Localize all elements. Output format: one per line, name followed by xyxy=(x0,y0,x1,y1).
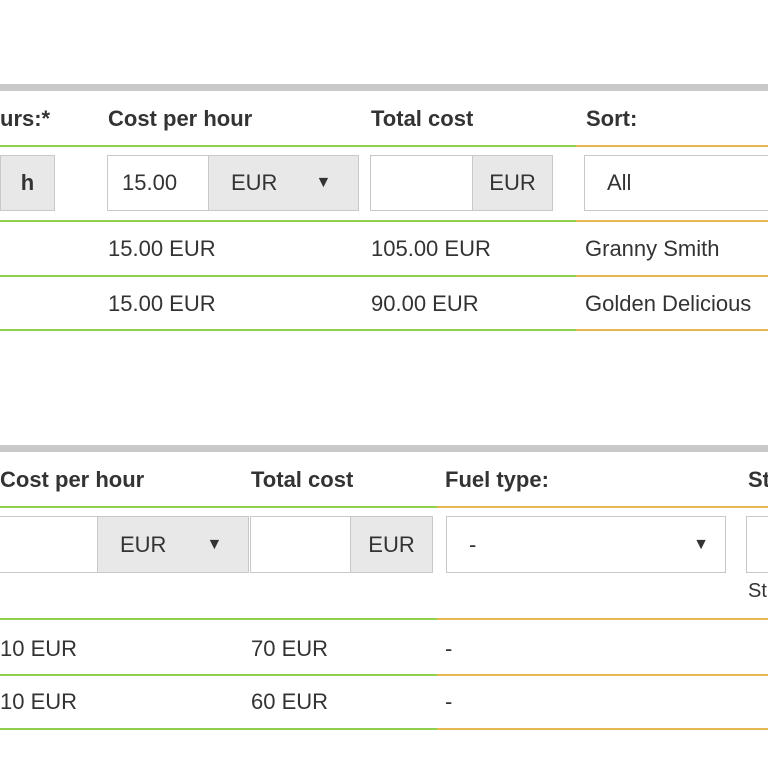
cost-currency-label: EUR xyxy=(120,531,167,557)
st-input[interactable] xyxy=(746,516,768,573)
sort-select[interactable]: All xyxy=(584,155,768,211)
header-fuel-type[interactable]: Fuel type: xyxy=(445,467,549,493)
divider xyxy=(437,506,768,508)
header-total-cost[interactable]: Total cost xyxy=(251,467,353,493)
total-cost-input[interactable] xyxy=(370,155,473,211)
hours-unit-addon: h xyxy=(0,155,55,211)
fuel-cell: - xyxy=(445,689,453,714)
divider xyxy=(0,674,437,676)
sort-cell: Granny Smith xyxy=(585,236,720,261)
divider xyxy=(0,506,437,508)
total-cell: 105.00 EUR xyxy=(371,236,491,261)
divider xyxy=(576,275,768,277)
divider xyxy=(576,220,768,222)
cost-cell: 10 EUR xyxy=(0,636,78,661)
cost-per-hour-input[interactable] xyxy=(0,516,98,573)
total-cell: 70 EUR xyxy=(251,636,329,661)
header-cost-per-hour[interactable]: Cost per hour xyxy=(108,106,252,132)
cost-currency-label: EUR xyxy=(231,170,278,195)
cost-cell: 15.00 EUR xyxy=(108,291,216,316)
total-cell: 90.00 EUR xyxy=(371,291,479,316)
divider xyxy=(576,329,768,331)
header-sort[interactable]: Sort: xyxy=(586,106,637,132)
fuel-type-value: - xyxy=(469,531,477,557)
total-cost-input[interactable] xyxy=(250,516,351,573)
total-currency-addon: EUR xyxy=(350,516,433,573)
total-currency-addon: EUR xyxy=(472,155,553,211)
cost-per-hour-input[interactable]: 15.00 xyxy=(107,155,209,211)
st-sub-label: St xyxy=(748,580,767,602)
divider xyxy=(0,145,576,147)
divider xyxy=(0,220,576,222)
header-cost-per-hour[interactable]: Cost per hour xyxy=(0,467,144,493)
cost-cell: 15.00 EUR xyxy=(108,236,216,261)
divider xyxy=(437,728,768,730)
divider xyxy=(576,145,768,147)
divider xyxy=(0,728,437,730)
sort-select-value: All xyxy=(607,170,632,195)
total-cell: 60 EUR xyxy=(251,689,329,714)
chevron-down-icon: ▼ xyxy=(206,535,223,553)
divider xyxy=(0,275,576,277)
divider xyxy=(0,618,437,620)
header-st[interactable]: St xyxy=(748,467,768,493)
chevron-down-icon: ▼ xyxy=(315,174,332,191)
table-1-top-bar xyxy=(0,84,768,91)
header-total-cost[interactable]: Total cost xyxy=(371,106,473,132)
cost-cell: 10 EUR xyxy=(0,689,78,714)
header-hours[interactable]: urs:* xyxy=(0,106,50,132)
table-2-top-bar xyxy=(0,445,768,452)
cost-currency-select[interactable]: EUR ▼ xyxy=(208,155,359,211)
cost-currency-select[interactable]: EUR ▼ xyxy=(97,516,249,573)
chevron-down-icon: ▼ xyxy=(693,535,709,553)
fuel-cell: - xyxy=(445,636,453,661)
fuel-type-select[interactable]: - ▼ xyxy=(446,516,726,573)
divider xyxy=(437,674,768,676)
divider xyxy=(0,329,576,331)
divider xyxy=(437,618,768,620)
sort-cell: Golden Delicious xyxy=(585,291,752,316)
